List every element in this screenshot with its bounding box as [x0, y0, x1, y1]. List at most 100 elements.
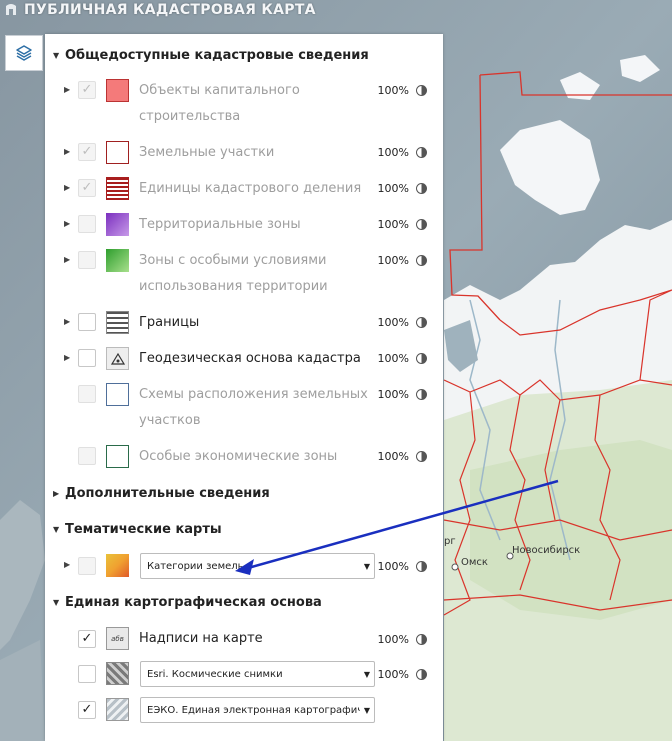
layer-checkbox[interactable]: [78, 349, 96, 367]
layer-checkbox[interactable]: [78, 313, 96, 331]
caret-down-icon: ▼: [53, 524, 60, 534]
opacity-icon[interactable]: [416, 389, 427, 400]
layer-label: Схемы расположения земельных участков: [139, 387, 368, 428]
layer-row-borders: ▶ Границы 100%: [45, 310, 443, 336]
expand-arrow-icon[interactable]: ▶: [64, 255, 70, 264]
opacity-icon[interactable]: [416, 561, 427, 572]
layer-row-capital-objects: ▶ ✓ Объекты капитального строительства 10…: [45, 78, 443, 130]
layer-label: Объекты капитального строительства: [139, 83, 300, 124]
layer-row-economic-zones: Особые экономические зоны 100%: [45, 444, 443, 470]
layer-checkbox[interactable]: ✓: [78, 81, 96, 99]
section-base-title: Единая картографическая основа: [65, 594, 322, 610]
layer-label: Границы: [139, 315, 200, 330]
city-label-partial: рг: [444, 536, 456, 547]
layers-toggle-button[interactable]: [5, 35, 43, 71]
layer-checkbox[interactable]: ✓: [78, 179, 96, 197]
layer-row-land-categories: ▶ Категории земель ▼ 100%: [45, 552, 443, 580]
layers-icon: [16, 45, 32, 61]
section-base-header[interactable]: ▼ Единая картографическая основа: [53, 592, 322, 612]
expand-arrow-icon[interactable]: ▶: [64, 85, 70, 94]
layer-row-eeko: ✓ ЕЭКО. Единая электронная картографичес…: [45, 696, 443, 724]
expand-arrow-icon[interactable]: ▶: [64, 317, 70, 326]
opacity-icon[interactable]: [416, 183, 427, 194]
opacity-icon[interactable]: [416, 219, 427, 230]
app-title: ПУБЛИЧНАЯ КАДАСТРОВАЯ КАРТА: [4, 0, 316, 20]
expand-arrow-icon[interactable]: ▶: [64, 183, 70, 192]
layer-checkbox[interactable]: ✓: [78, 143, 96, 161]
layer-opacity-value: 100%: [377, 146, 409, 159]
expand-arrow-icon[interactable]: ▶: [64, 147, 70, 156]
layer-opacity-value: 100%: [377, 560, 409, 573]
eeko-icon: [106, 698, 129, 721]
layer-label: Геодезическая основа кадастра: [139, 351, 361, 366]
layer-label: Особые экономические зоны: [139, 449, 338, 464]
satellite-select[interactable]: Esri. Космические снимки ▼: [140, 661, 375, 687]
cadastral-division-icon: [106, 177, 129, 200]
opacity-icon[interactable]: [416, 255, 427, 266]
layer-row-territorial-zones: ▶ Территориальные зоны 100%: [45, 212, 443, 238]
economic-zones-icon: [106, 445, 129, 468]
layer-opacity-value: 100%: [377, 254, 409, 267]
caret-right-icon: ▶: [53, 488, 60, 498]
land-plots-icon: [106, 141, 129, 164]
map-labels-icon: абв: [106, 627, 129, 650]
layer-label: Надписи на карте: [139, 631, 263, 646]
layer-checkbox[interactable]: ✓: [78, 701, 96, 719]
layer-opacity-value: 100%: [377, 450, 409, 463]
layer-opacity-value: 100%: [377, 633, 409, 646]
opacity-icon[interactable]: [416, 353, 427, 364]
opacity-icon[interactable]: [416, 317, 427, 328]
opacity-icon[interactable]: [416, 669, 427, 680]
layer-opacity-value: 100%: [377, 218, 409, 231]
layer-checkbox[interactable]: [78, 665, 96, 683]
geodetic-icon: [106, 347, 129, 370]
layer-opacity-value: 100%: [377, 316, 409, 329]
layer-checkbox[interactable]: ✓: [78, 630, 96, 648]
layer-opacity-value: 100%: [377, 182, 409, 195]
expand-arrow-icon[interactable]: ▶: [64, 560, 70, 569]
special-zones-icon: [106, 249, 129, 272]
section-thematic-title: Тематические карты: [65, 521, 222, 537]
opacity-icon[interactable]: [416, 85, 427, 96]
layers-panel: ▼ Общедоступные кадастровые сведения ▶ ✓…: [45, 34, 443, 741]
borders-icon: [106, 311, 129, 334]
expand-arrow-icon[interactable]: ▶: [64, 353, 70, 362]
capital-objects-icon: [106, 79, 129, 102]
section-additional-header[interactable]: ▶ Дополнительные сведения: [53, 483, 270, 503]
opacity-icon[interactable]: [416, 634, 427, 645]
layer-row-cadastral-division: ▶ ✓ Единицы кадастрового деления 100%: [45, 176, 443, 202]
section-public-header[interactable]: ▼ Общедоступные кадастровые сведения: [53, 45, 369, 65]
caret-down-icon: ▼: [53, 50, 60, 60]
layer-checkbox[interactable]: [78, 251, 96, 269]
layer-label: Земельные участки: [139, 145, 275, 160]
layer-checkbox[interactable]: [78, 447, 96, 465]
layer-row-satellite: Esri. Космические снимки ▼ 100%: [45, 660, 443, 688]
layer-opacity-value: 100%: [377, 352, 409, 365]
layer-row-land-plots: ▶ ✓ Земельные участки 100%: [45, 140, 443, 166]
dropdown-arrow-icon: ▼: [363, 705, 371, 715]
layer-checkbox[interactable]: [78, 385, 96, 403]
expand-arrow-icon[interactable]: ▶: [64, 219, 70, 228]
dropdown-arrow-icon: ▼: [363, 669, 371, 679]
land-categories-icon: [106, 554, 129, 577]
city-label-novosibirsk: Новосибирск: [512, 545, 580, 556]
land-categories-select[interactable]: Категории земель ▼: [140, 553, 375, 579]
layer-row-layout-schemes: Схемы расположения земельных участков 100…: [45, 382, 443, 434]
layer-opacity-value: 100%: [377, 84, 409, 97]
app-title-text: ПУБЛИЧНАЯ КАДАСТРОВАЯ КАРТА: [24, 2, 316, 18]
opacity-icon[interactable]: [416, 451, 427, 462]
layer-row-geodetic: ▶ Геодезическая основа кадастра 100%: [45, 346, 443, 372]
section-thematic-header[interactable]: ▼ Тематические карты: [53, 519, 222, 539]
layer-label: Единицы кадастрового деления: [139, 181, 362, 196]
dropdown-arrow-icon: ▼: [363, 561, 371, 571]
layer-label: Зоны с особыми условиями использования те…: [139, 253, 328, 294]
layer-checkbox[interactable]: [78, 215, 96, 233]
territorial-zones-icon: [106, 213, 129, 236]
section-public-title: Общедоступные кадастровые сведения: [65, 47, 369, 63]
layer-checkbox[interactable]: [78, 557, 96, 575]
eeko-select[interactable]: ЕЭКО. Единая электронная картографическа…: [140, 697, 375, 723]
caret-down-icon: ▼: [53, 597, 60, 607]
satellite-icon: [106, 662, 129, 685]
opacity-icon[interactable]: [416, 147, 427, 158]
layer-opacity-value: 100%: [377, 668, 409, 681]
